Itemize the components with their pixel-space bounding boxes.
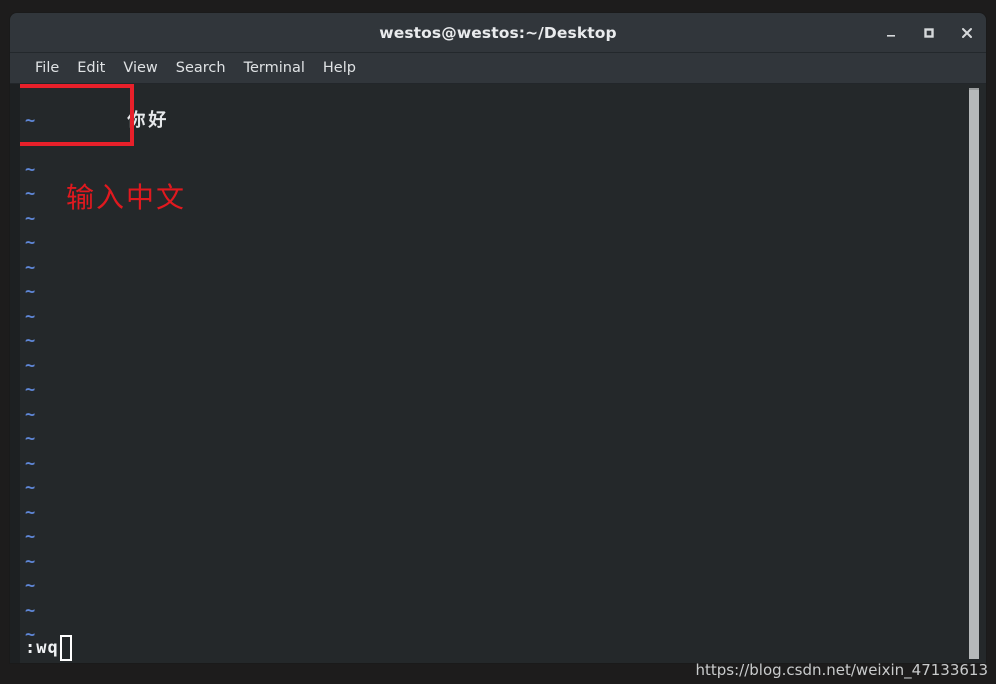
vim-editor-surface[interactable]: 你好 ~ ~ ~ ~ ~ ~ ~ ~ ~ ~ ~ ~ ~ ~ ~ ~ ~ ~ ~ ~ ~ ~ 输入中文 :wq [20, 84, 986, 663]
tilde-icon: ~ [25, 257, 36, 278]
vim-empty-line-tilde: ~ [25, 574, 35, 599]
tilde-icon: ~ [25, 110, 36, 131]
tilde-icon: ~ [25, 478, 36, 498]
tilde-icon: ~ [25, 282, 36, 302]
vim-line-text: 你好 [127, 109, 170, 131]
vim-empty-line-tilde: ~ [25, 133, 35, 158]
tilde-icon: ~ [25, 159, 36, 180]
close-icon[interactable] [958, 24, 976, 42]
menu-item-help[interactable]: Help [314, 58, 365, 78]
tilde-icon: ~ [25, 233, 36, 253]
tilde-icon: ~ [25, 380, 36, 400]
menubar: File Edit View Search Terminal Help [10, 53, 986, 84]
terminal-scrollbar[interactable] [969, 88, 979, 659]
minimize-icon[interactable] [882, 24, 900, 42]
tilde-icon: ~ [25, 184, 36, 204]
menu-item-search[interactable]: Search [167, 58, 235, 78]
watermark-text: https://blog.csdn.net/weixin_47133613 [695, 661, 988, 679]
vim-empty-line-tilde: ~ [25, 329, 35, 354]
vim-empty-line-tilde: ~ [25, 182, 35, 207]
terminal-body[interactable]: 你好 ~ ~ ~ ~ ~ ~ ~ ~ ~ ~ ~ ~ ~ ~ ~ ~ ~ ~ ~ ~ ~ ~ 输入中文 :wq [10, 84, 986, 663]
vim-empty-line-tilde: ~ [25, 256, 35, 281]
tilde-icon: ~ [25, 453, 36, 474]
vim-command-line[interactable]: :wq [25, 635, 72, 661]
vim-empty-line-tilde: ~ [25, 501, 35, 526]
vim-empty-line-tilde: ~ [25, 109, 35, 134]
vim-empty-line-tilde: ~ [25, 305, 35, 330]
vim-empty-line-tilde: ~ [25, 550, 35, 575]
vim-command-text: :wq [25, 638, 59, 658]
vim-empty-line-tilde: ~ [25, 452, 35, 477]
tilde-icon: ~ [25, 502, 36, 523]
tilde-icon: ~ [25, 331, 36, 351]
menu-item-view[interactable]: View [114, 58, 166, 78]
terminal-scrollbar-thumb[interactable] [969, 88, 979, 659]
vim-empty-line-tilde: ~ [25, 158, 35, 183]
tilde-icon: ~ [25, 404, 36, 425]
tilde-icon: ~ [25, 551, 36, 572]
desktop-background: westos@westos:~/Desktop File Edit View S… [0, 0, 996, 684]
tilde-icon: ~ [25, 355, 36, 376]
vim-empty-line-tilde: ~ [25, 599, 35, 624]
tilde-icon: ~ [25, 306, 36, 327]
tilde-icon: ~ [25, 135, 36, 155]
vim-empty-line-tilde: ~ [25, 280, 35, 305]
menu-item-edit[interactable]: Edit [68, 58, 114, 78]
vim-empty-line-tilde: ~ [25, 354, 35, 379]
vim-empty-line-tilde: ~ [25, 403, 35, 428]
vim-empty-line-tilde: ~ [25, 525, 35, 550]
vim-empty-line-tilde: ~ [25, 427, 35, 452]
tilde-icon: ~ [25, 429, 36, 449]
tilde-icon: ~ [25, 527, 36, 547]
annotation-label: 输入中文 [66, 181, 187, 214]
vim-empty-line-tilde: ~ [25, 476, 35, 501]
terminal-window: westos@westos:~/Desktop File Edit View S… [10, 13, 986, 663]
tilde-icon: ~ [25, 600, 36, 621]
vim-empty-line-tilde: ~ [25, 207, 35, 232]
vim-empty-line-tilde: ~ [25, 378, 35, 403]
menu-item-terminal[interactable]: Terminal [235, 58, 314, 78]
window-controls [882, 13, 976, 52]
tilde-icon: ~ [25, 576, 36, 596]
vim-empty-line-tilde: ~ [25, 231, 35, 256]
window-titlebar[interactable]: westos@westos:~/Desktop [10, 13, 986, 53]
window-title: westos@westos:~/Desktop [379, 23, 617, 42]
tilde-icon: ~ [25, 208, 36, 229]
maximize-icon[interactable] [920, 24, 938, 42]
menu-item-file[interactable]: File [26, 58, 68, 78]
vim-block-cursor [59, 635, 72, 661]
vim-buffer-line-1: 你好 [25, 84, 169, 131]
